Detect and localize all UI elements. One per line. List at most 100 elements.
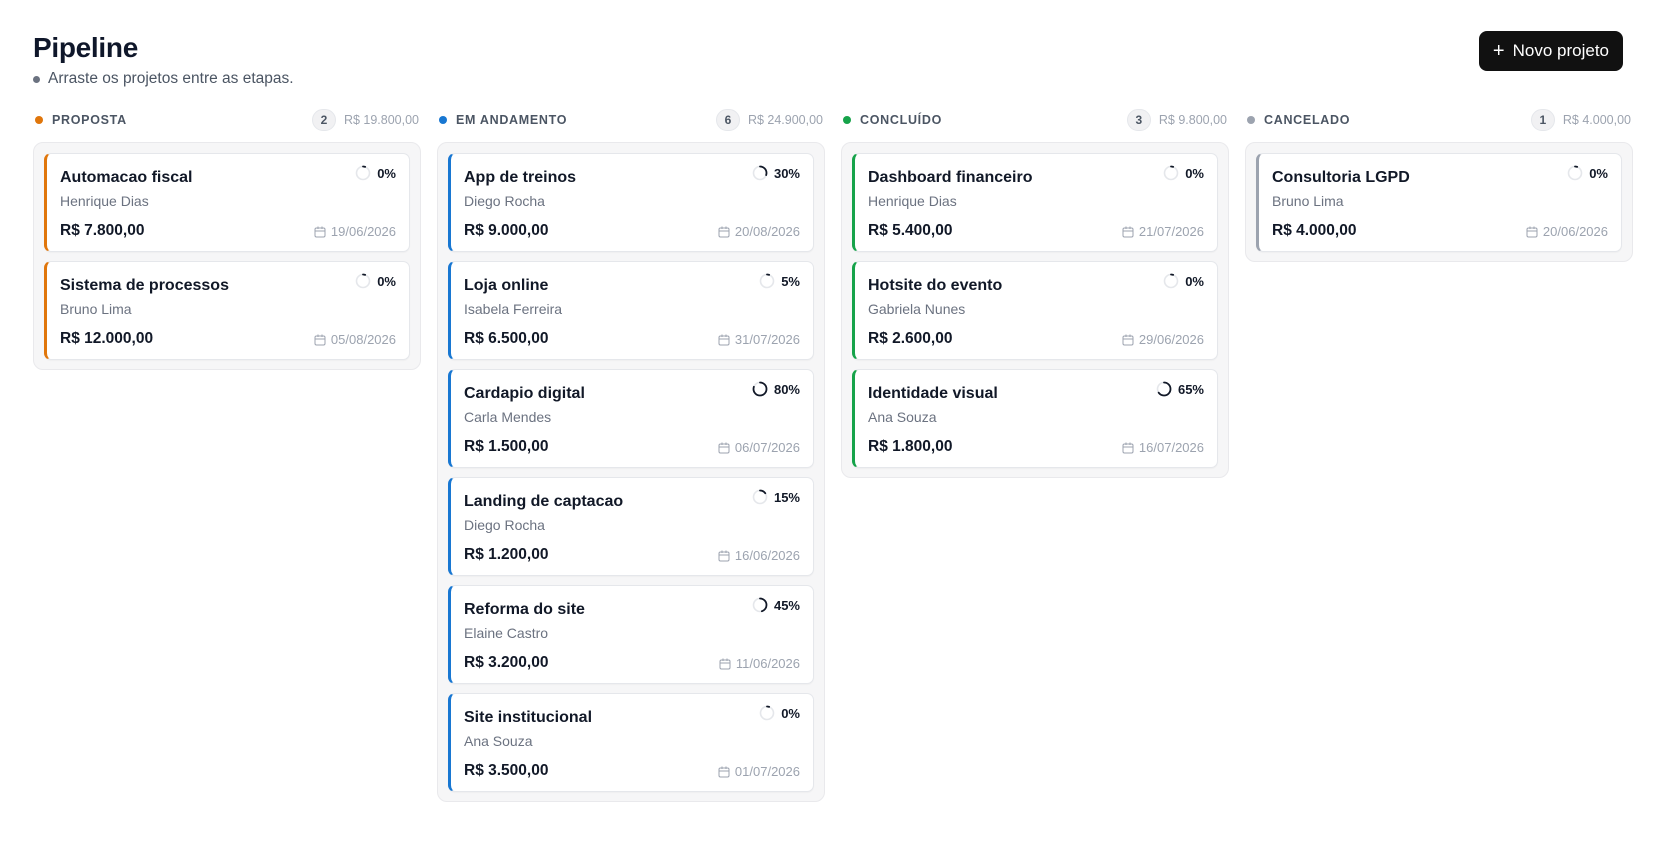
card-date-text: 11/06/2026 (735, 656, 800, 671)
column-dropzone[interactable]: Automacao fiscal Henrique Dias R$ 7.800,00… (33, 142, 421, 370)
card-due-date: 05/08/2026 (314, 332, 396, 347)
progress-ring-icon (752, 597, 768, 613)
project-card[interactable]: Automacao fiscal Henrique Dias R$ 7.800,00… (44, 153, 410, 252)
status-dot-icon (1247, 116, 1255, 124)
card-progress-label: 65% (1177, 381, 1204, 397)
card-title: App de treinos (464, 169, 577, 186)
card-progress: 5% (759, 273, 800, 289)
bullet-icon (33, 75, 40, 83)
column-title: EM ANDAMENTO (456, 113, 568, 127)
card-title: Landing de captacao (464, 493, 624, 510)
project-card[interactable]: Identidade visual Ana Souza R$ 1.800,00 16/… (852, 369, 1218, 468)
card-due-date: 21/07/2026 (1122, 224, 1204, 239)
column-concluido: CONCLUÍDO 3 R$ 9.800,00 Dashboard financeir… (841, 107, 1229, 802)
project-card[interactable]: Landing de captacao Diego Rocha R$ 1.200,0… (448, 477, 814, 576)
card-progress: 0% (1163, 273, 1204, 289)
card-value: R$ 12.000,00 (60, 330, 154, 347)
card-owner: Bruno Lima (1272, 193, 1344, 209)
card-progress: 80% (752, 381, 800, 397)
column-total: R$ 9.800,00 (1158, 113, 1227, 127)
card-title: Identidade visual (868, 385, 998, 402)
column-andamento: EM ANDAMENTO 6 R$ 24.900,00 App de treinos D… (437, 107, 825, 802)
card-title: Site institucional (464, 709, 593, 726)
progress-ring-icon (752, 381, 768, 397)
card-progress-label: 80% (773, 381, 800, 397)
column-header: CANCELADO 1 R$ 4.000,00 (1245, 107, 1633, 133)
card-title: Sistema de processos (60, 277, 229, 294)
progress-ring-icon (759, 705, 775, 721)
card-owner: Ana Souza (464, 733, 533, 749)
card-date-text: 06/07/2026 (734, 440, 800, 455)
card-progress: 45% (752, 597, 800, 613)
card-date-text: 01/07/2026 (734, 764, 800, 779)
card-owner: Bruno Lima (60, 301, 132, 317)
calendar-icon (718, 550, 730, 561)
calendar-icon (1122, 226, 1134, 237)
card-owner: Ana Souza (868, 409, 937, 425)
card-value: R$ 1.800,00 (868, 438, 953, 455)
project-card[interactable]: Hotsite do evento Gabriela Nunes R$ 2.600,… (852, 261, 1218, 360)
card-progress-label: 0% (781, 705, 800, 721)
column-dropzone[interactable]: Dashboard financeiro Henrique Dias R$ 5.40… (841, 142, 1229, 478)
card-title: Loja online (464, 277, 549, 294)
calendar-icon (1122, 334, 1134, 345)
card-progress-label: 45% (773, 597, 800, 613)
card-owner: Diego Rocha (464, 517, 545, 533)
column-header: PROPOSTA 2 R$ 19.800,00 (33, 107, 421, 133)
column-dropzone[interactable]: App de treinos Diego Rocha R$ 9.000,00 20/0… (437, 142, 825, 802)
project-card[interactable]: Consultoria LGPD Bruno Lima R$ 4.000,00 20/… (1256, 153, 1622, 252)
project-card[interactable]: Site institucional Ana Souza R$ 3.500,00 01… (448, 693, 814, 792)
progress-ring-icon (752, 489, 768, 505)
status-dot-icon (843, 116, 851, 124)
card-date-text: 31/07/2026 (734, 332, 800, 347)
progress-ring-icon (1163, 165, 1179, 181)
card-progress-label: 15% (773, 489, 800, 505)
new-project-button[interactable]: + Novo projeto (1478, 31, 1623, 71)
card-owner: Isabela Ferreira (464, 301, 563, 317)
column-title: PROPOSTA (52, 113, 127, 127)
page-title: Pipeline (33, 32, 138, 63)
card-date-text: 29/06/2026 (1138, 332, 1204, 347)
card-due-date: 06/07/2026 (718, 440, 800, 455)
new-project-label: Novo projeto (1512, 41, 1609, 60)
project-card[interactable]: Reforma do site Elaine Castro R$ 3.200,00 1… (448, 585, 814, 684)
calendar-icon (718, 334, 730, 345)
project-card[interactable]: Loja online Isabela Ferreira R$ 6.500,00 31… (448, 261, 814, 360)
progress-ring-icon (355, 273, 371, 289)
card-date-text: 16/07/2026 (1138, 440, 1204, 455)
calendar-icon (1526, 226, 1538, 237)
card-title: Dashboard financeiro (868, 169, 1033, 186)
project-card[interactable]: App de treinos Diego Rocha R$ 9.000,00 20/0… (448, 153, 814, 252)
card-progress: 65% (1156, 381, 1204, 397)
subtitle-text: Arraste os projetos entre as etapas. (48, 70, 294, 87)
plus-icon: + (1492, 40, 1505, 62)
project-card[interactable]: Dashboard financeiro Henrique Dias R$ 5.40… (852, 153, 1218, 252)
card-value: R$ 4.000,00 (1272, 222, 1357, 239)
card-due-date: 20/08/2026 (718, 224, 800, 239)
card-progress-label: 0% (1185, 273, 1204, 289)
card-value: R$ 2.600,00 (868, 330, 953, 347)
column-dropzone[interactable]: Consultoria LGPD Bruno Lima R$ 4.000,00 20/… (1245, 142, 1633, 262)
calendar-icon (718, 442, 730, 453)
column-total: R$ 19.800,00 (343, 113, 419, 127)
calendar-icon (718, 766, 730, 777)
column-total: R$ 24.900,00 (747, 113, 823, 127)
card-progress-label: 0% (1589, 165, 1608, 181)
card-owner: Elaine Castro (464, 625, 549, 641)
column-count-badge: 3 (1126, 109, 1151, 131)
card-date-text: 20/08/2026 (734, 224, 800, 239)
card-owner: Henrique Dias (60, 193, 149, 209)
card-progress: 15% (752, 489, 800, 505)
column-total: R$ 4.000,00 (1562, 113, 1631, 127)
card-progress: 0% (759, 705, 800, 721)
progress-ring-icon (1163, 273, 1179, 289)
card-due-date: 16/06/2026 (718, 548, 800, 563)
card-progress: 0% (355, 273, 396, 289)
card-date-text: 05/08/2026 (330, 332, 396, 347)
card-progress-label: 0% (1185, 165, 1204, 181)
card-owner: Diego Rocha (464, 193, 545, 209)
card-date-text: 19/06/2026 (330, 224, 396, 239)
project-card[interactable]: Cardapio digital Carla Mendes R$ 1.500,00 0… (448, 369, 814, 468)
card-due-date: 29/06/2026 (1122, 332, 1204, 347)
project-card[interactable]: Sistema de processos Bruno Lima R$ 12.000,… (44, 261, 410, 360)
